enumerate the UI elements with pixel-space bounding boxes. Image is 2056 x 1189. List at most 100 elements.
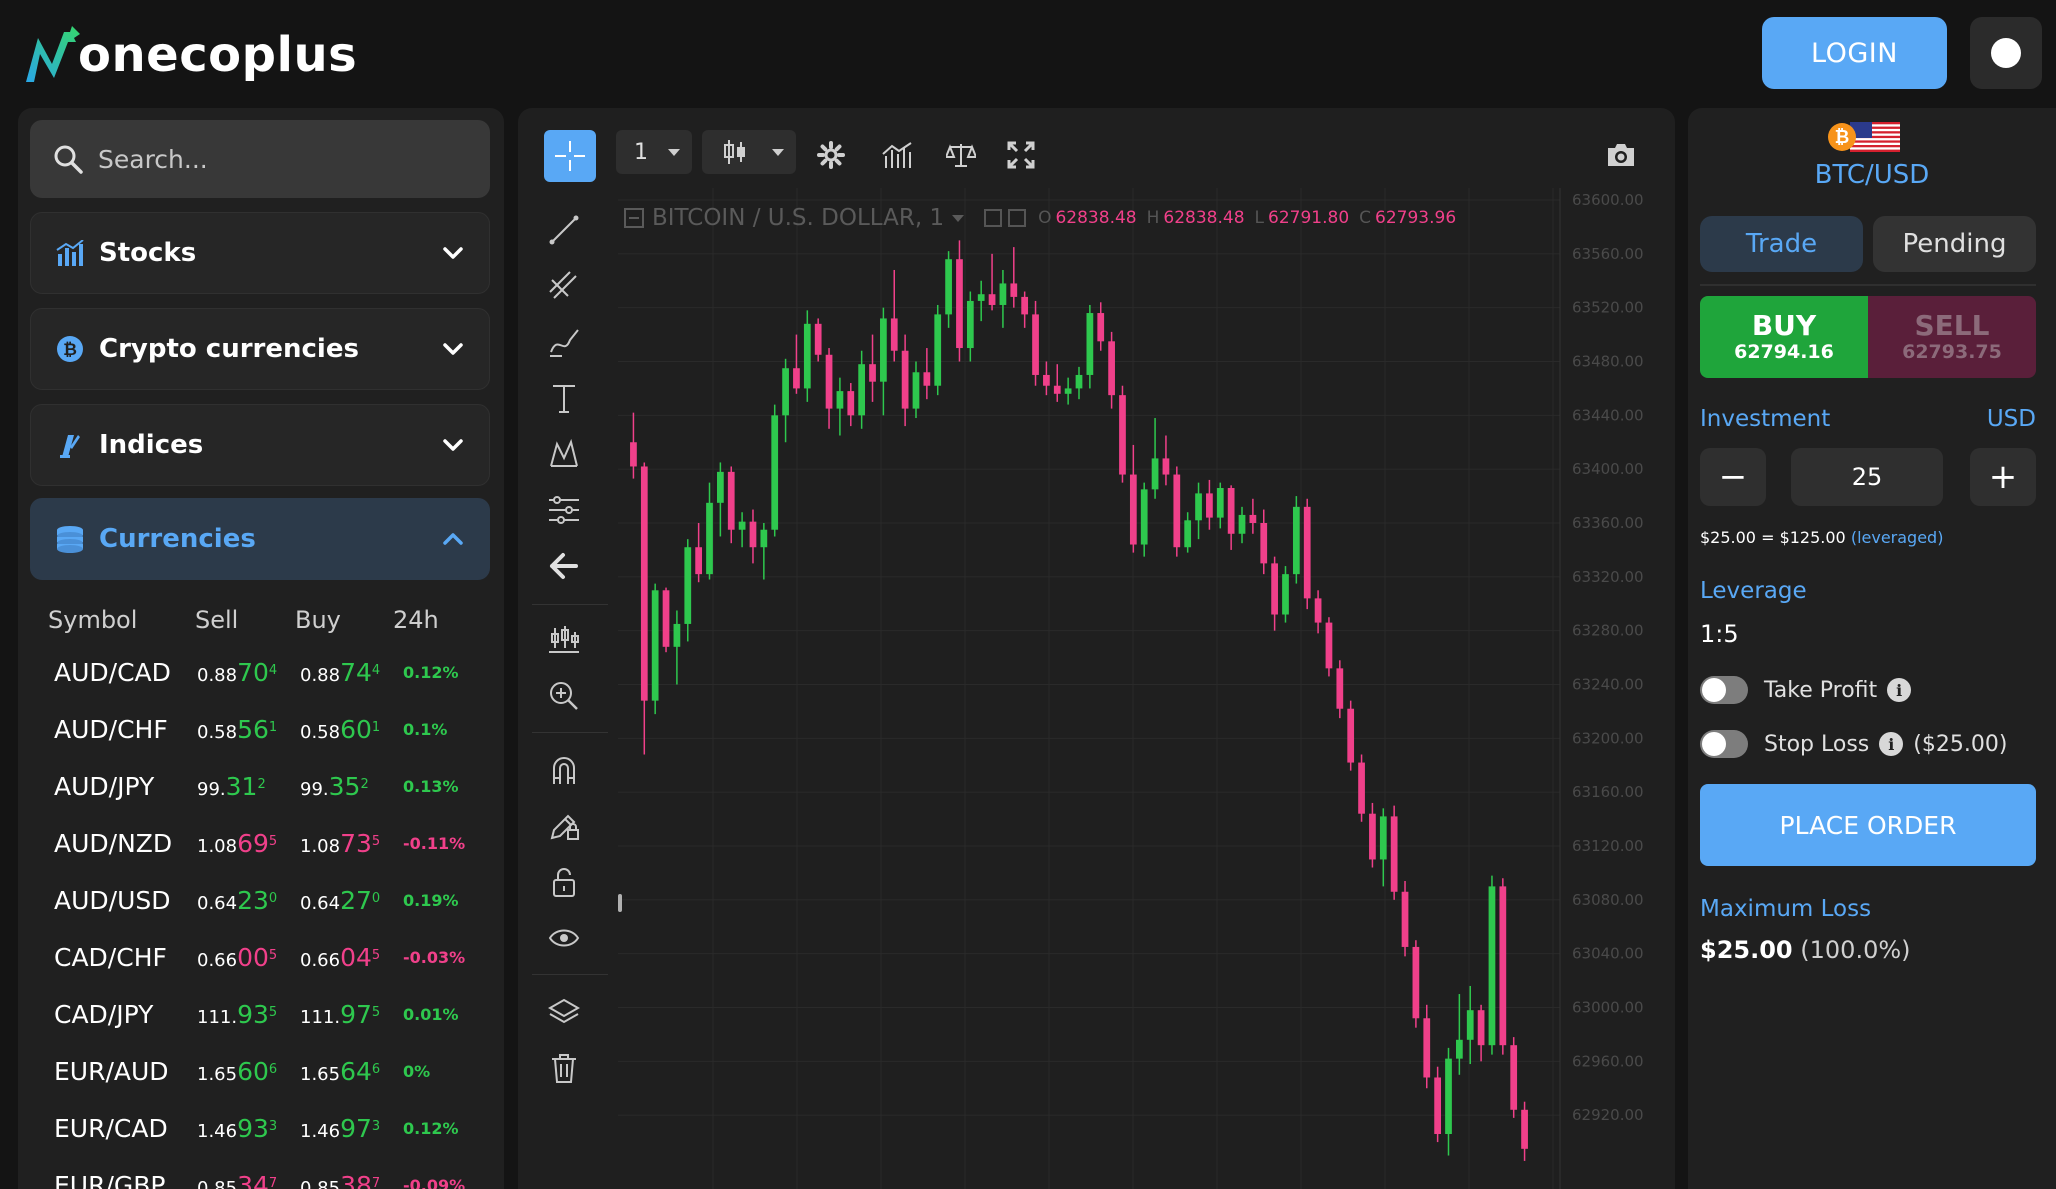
row-buy-price[interactable]: 99.352 <box>300 772 403 801</box>
row-buy-price[interactable]: 111.975 <box>300 1000 403 1029</box>
y-axis-tick-label: 63480.00 <box>1572 353 1644 371</box>
candle-body <box>1010 283 1018 297</box>
row-buy-price[interactable]: 1.46973 <box>300 1114 403 1143</box>
candle-body <box>640 466 648 701</box>
currency-row[interactable]: CAD/CHF 0.66005 0.66045 -0.03% <box>54 929 494 986</box>
currency-row[interactable]: AUD/USD 0.64230 0.64270 0.19% <box>54 872 494 929</box>
info-icon[interactable]: i <box>1887 678 1912 702</box>
row-buy-price[interactable]: 0.88744 <box>300 658 403 687</box>
row-sell-price[interactable]: 111.935 <box>197 1000 300 1029</box>
row-buy-price[interactable]: 1.65646 <box>300 1057 403 1086</box>
candle-body <box>1390 816 1398 892</box>
take-profit-toggle[interactable] <box>1700 676 1748 704</box>
row-buy-price[interactable]: 0.66045 <box>300 943 403 972</box>
stop-loss-toggle[interactable] <box>1700 730 1748 758</box>
category-indices[interactable]: Indices <box>30 404 490 486</box>
category-stocks[interactable]: Stocks <box>30 212 490 294</box>
layers-icon[interactable] <box>542 990 586 1034</box>
currency-row[interactable]: AUD/CHF 0.58561 0.58601 0.1% <box>54 701 494 758</box>
legend-settings-icon[interactable] <box>984 209 1003 227</box>
investment-amount-input[interactable] <box>1791 448 1943 506</box>
row-sell-price[interactable]: 0.64230 <box>197 886 300 915</box>
brand-logo[interactable]: onecoplus <box>24 20 357 90</box>
magnet-icon[interactable] <box>542 748 586 792</box>
row-sell-price[interactable]: 1.65606 <box>197 1057 300 1086</box>
currency-row[interactable]: AUD/NZD 1.08695 1.08735 -0.11% <box>54 815 494 872</box>
currency-row[interactable]: EUR/GBP 0.85347 0.85387 -0.09% <box>54 1157 494 1189</box>
increase-amount-button[interactable]: + <box>1970 448 2036 506</box>
search-input[interactable] <box>98 144 478 174</box>
leveraged-link[interactable]: (leveraged) <box>1851 528 1944 547</box>
currency-row[interactable]: EUR/AUD 1.65606 1.65646 0% <box>54 1043 494 1100</box>
row-sell-price[interactable]: 0.58561 <box>197 715 300 744</box>
price-fraction: 5 <box>371 948 381 963</box>
collapse-legend-icon[interactable] <box>624 208 644 228</box>
arrow-left-icon[interactable] <box>542 544 586 588</box>
place-order-button[interactable]: PLACE ORDER <box>1700 784 2036 866</box>
crosshair-tool-button[interactable] <box>544 130 596 182</box>
fullscreen-icon[interactable] <box>1004 138 1038 172</box>
indicators-icon[interactable] <box>880 138 914 172</box>
y-axis-tick-label: 63520.00 <box>1572 299 1644 317</box>
candle-body <box>1216 488 1224 518</box>
price-chart[interactable]: 63600.00 63560.00 63520.00 63480.00 63440.00… <box>618 188 1675 1189</box>
legend-close-icon[interactable] <box>1008 209 1027 227</box>
currency-row[interactable]: CAD/JPY 111.935 111.975 0.01% <box>54 986 494 1043</box>
trend-line-tool-icon[interactable] <box>542 208 586 252</box>
row-sell-price[interactable]: 0.66005 <box>197 943 300 972</box>
candle-body <box>1466 1010 1474 1040</box>
sell-button[interactable]: SELL 62793.75 <box>1868 296 2036 378</box>
row-buy-price[interactable]: 0.85387 <box>300 1171 403 1189</box>
category-crypto[interactable]: ₿ Crypto currencies <box>30 308 490 390</box>
currency-row[interactable]: EUR/CAD 1.46933 1.46973 0.12% <box>54 1100 494 1157</box>
row-buy-price[interactable]: 1.08735 <box>300 829 403 858</box>
interval-select[interactable]: 1 <box>616 130 692 174</box>
long-short-position-icon[interactable] <box>542 618 586 662</box>
col-symbol: Symbol <box>48 606 138 634</box>
row-sell-price[interactable]: 1.46933 <box>197 1114 300 1143</box>
row-buy-price[interactable]: 0.58601 <box>300 715 403 744</box>
row-sell-price[interactable]: 1.08695 <box>197 829 300 858</box>
investment-currency[interactable]: USD <box>1987 406 2036 432</box>
candle-body <box>749 521 757 548</box>
category-currencies[interactable]: Currencies <box>30 498 490 580</box>
row-buy-price[interactable]: 0.64270 <box>300 886 403 915</box>
decrease-amount-button[interactable]: − <box>1700 448 1766 506</box>
ohlc-values: O 62838.48 H 62838.48 L 62791.80 C 62793.96 <box>1038 208 1466 228</box>
login-button[interactable]: LOGIN <box>1762 17 1947 89</box>
price-pips: 97 <box>340 1000 372 1029</box>
currency-row[interactable]: AUD/CAD 0.88704 0.88744 0.12% <box>54 644 494 701</box>
stop-loss-label: Stop Loss <box>1764 731 1870 757</box>
row-symbol: EUR/GBP <box>54 1171 166 1189</box>
lock-icon[interactable] <box>542 860 586 904</box>
search-box[interactable] <box>30 120 490 198</box>
leverage-value[interactable]: 1:5 <box>1700 620 1739 648</box>
trash-icon[interactable] <box>542 1046 586 1090</box>
tab-trade[interactable]: Trade <box>1700 216 1863 272</box>
y-axis-tick-label: 63600.00 <box>1572 191 1644 209</box>
settings-gear-icon[interactable] <box>814 138 848 172</box>
text-tool-icon[interactable] <box>542 376 586 420</box>
row-sell-price[interactable]: 0.88704 <box>197 658 300 687</box>
info-icon[interactable]: i <box>1879 732 1904 756</box>
candle-body <box>1119 395 1126 475</box>
row-sell-price[interactable]: 99.312 <box>197 772 300 801</box>
chart-type-select[interactable] <box>702 130 796 174</box>
tab-pending[interactable]: Pending <box>1873 216 2036 272</box>
pattern-tool-icon[interactable] <box>542 432 586 476</box>
row-sell-price[interactable]: 0.85347 <box>197 1171 300 1189</box>
lock-drawing-pencil-icon[interactable] <box>542 804 586 848</box>
screenshot-camera-icon[interactable] <box>1604 138 1638 172</box>
fib-tool-icon[interactable] <box>542 264 586 308</box>
compare-scale-icon[interactable] <box>944 138 978 172</box>
eye-icon[interactable] <box>542 916 586 960</box>
measure-tool-icon[interactable] <box>542 488 586 532</box>
theme-toggle-button[interactable] <box>1970 17 2042 89</box>
zoom-in-icon[interactable] <box>542 674 586 718</box>
buy-button[interactable]: BUY 62794.16 <box>1700 296 1868 378</box>
max-loss-percent: (100.0%) <box>1800 936 1911 964</box>
caret-down-icon[interactable] <box>952 214 965 222</box>
currency-row[interactable]: AUD/JPY 99.312 99.352 0.13% <box>54 758 494 815</box>
row-change: 0% <box>403 1062 431 1081</box>
brush-tool-icon[interactable] <box>542 320 586 364</box>
